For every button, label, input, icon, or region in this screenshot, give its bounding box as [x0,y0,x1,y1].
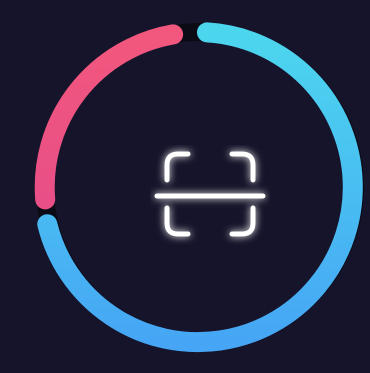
scan-frame-icon [154,151,266,237]
scan-button[interactable] [150,145,270,245]
scanner-screen [0,0,370,373]
